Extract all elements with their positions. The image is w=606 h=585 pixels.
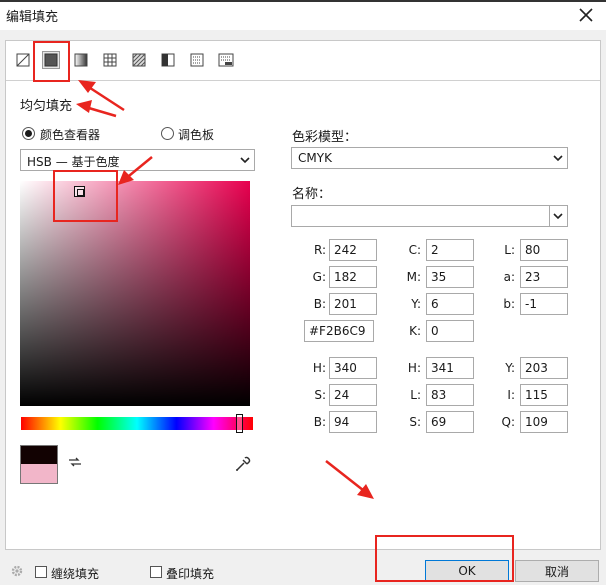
annotation-arrows bbox=[76, 80, 374, 499]
